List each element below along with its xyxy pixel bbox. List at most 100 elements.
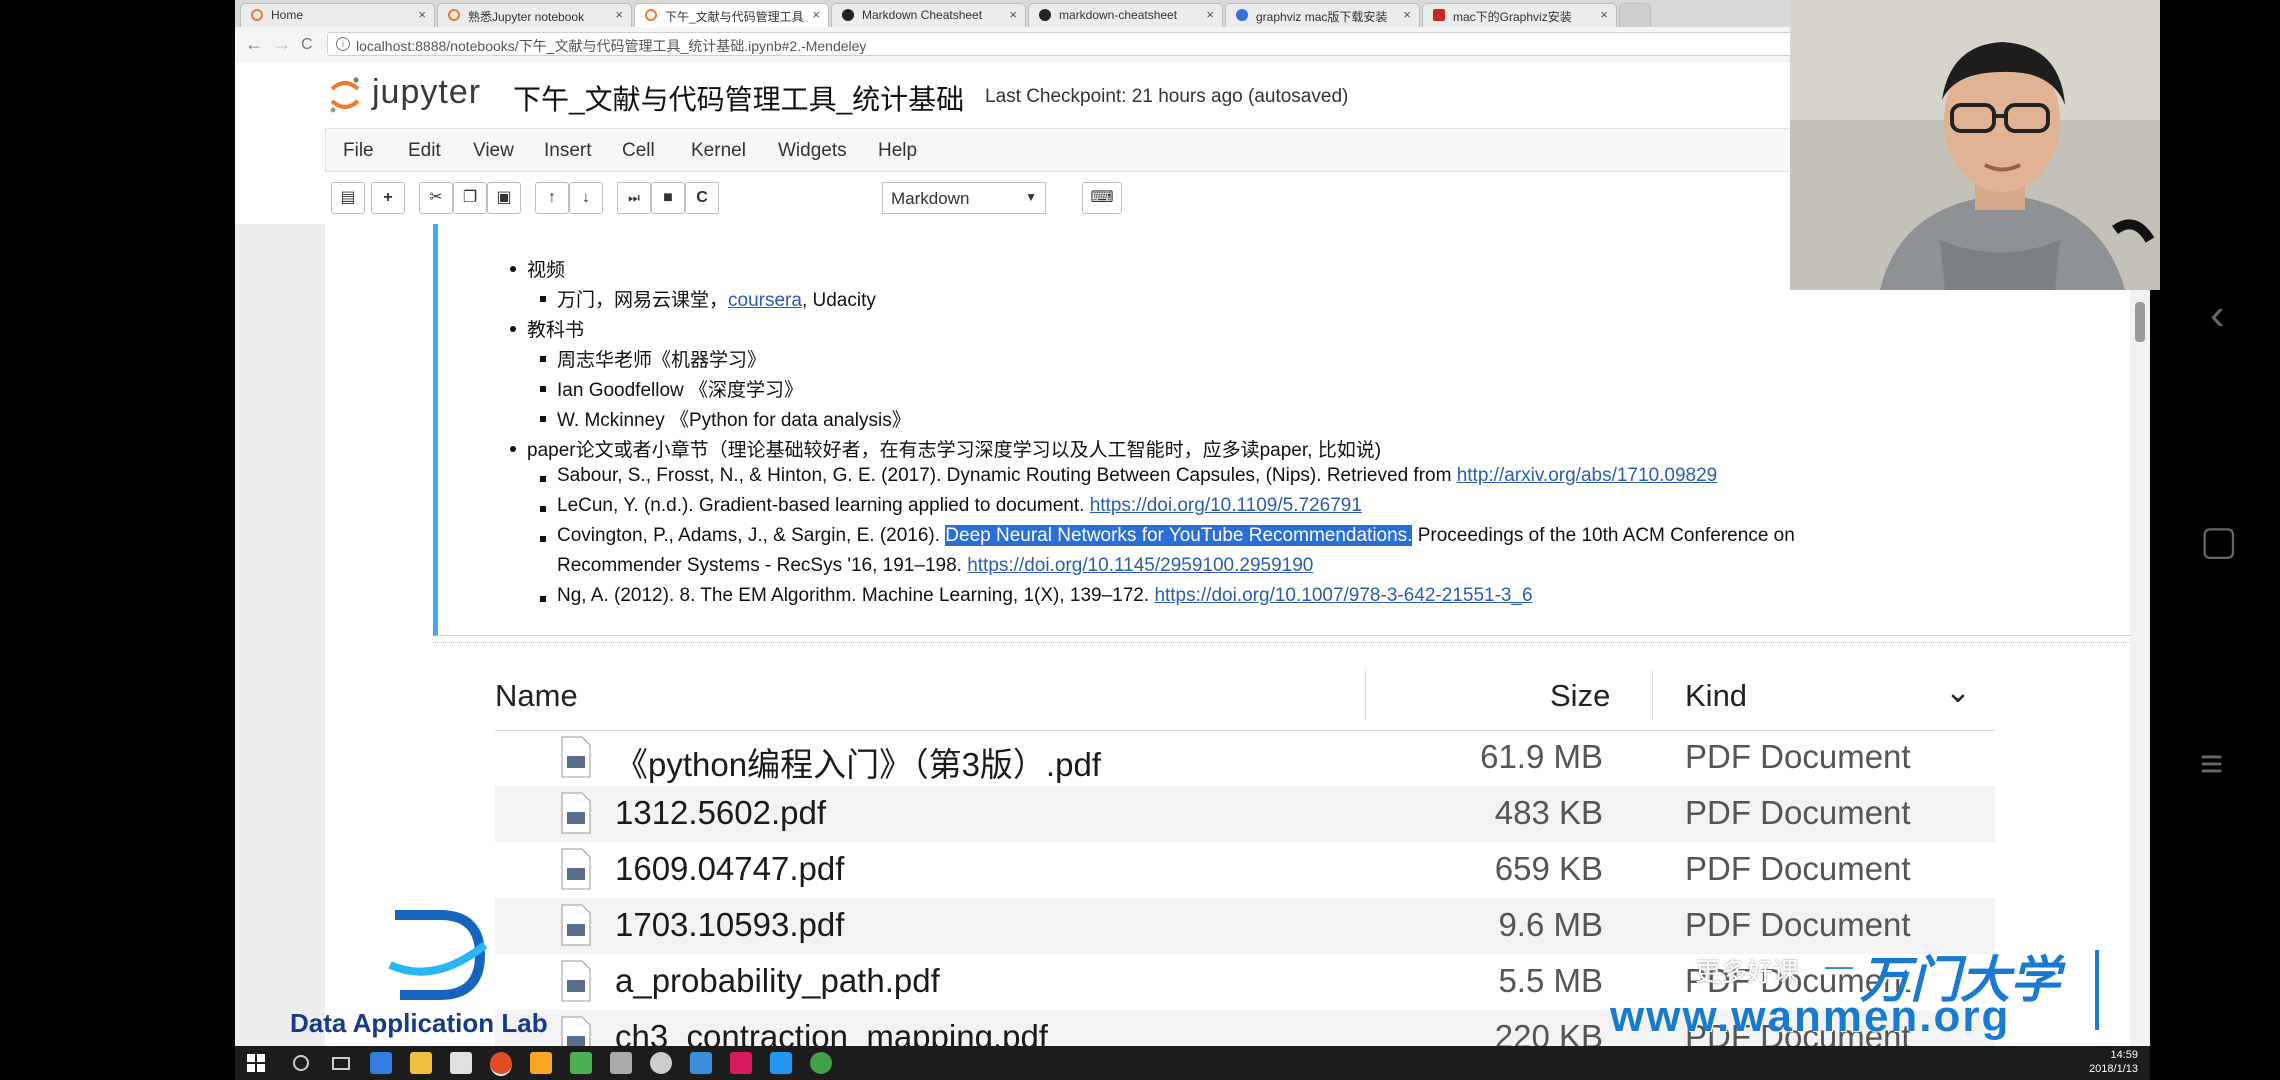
app-icon[interactable]	[730, 1052, 752, 1074]
app-icon[interactable]	[650, 1052, 672, 1074]
menu-cell[interactable]: Cell	[622, 140, 655, 162]
paste-icon[interactable]: ▣	[487, 182, 521, 214]
reference-1: Sabour, S., Frosst, N., & Hinton, G. E. …	[557, 465, 1717, 487]
arrow-up-icon[interactable]: ↑	[535, 182, 569, 214]
app-icon[interactable]	[570, 1052, 592, 1074]
close-icon[interactable]: ×	[1403, 7, 1411, 22]
file-row[interactable]: 1312.5602.pdf 483 KB PDF Document	[495, 786, 1995, 842]
windows-start-icon[interactable]	[245, 1052, 267, 1074]
reference-4-link[interactable]: https://doi.org/10.1007/978-3-642-21551-…	[1154, 585, 1532, 606]
checkpoint-status: Last Checkpoint: 21 hours ago (autosaved…	[985, 86, 1349, 107]
file-row[interactable]: 《python编程入门》（第3版）.pdf 61.9 MB PDF Docume…	[495, 730, 1995, 786]
cell-type-select[interactable]: Markdown ▼	[882, 182, 1046, 214]
android-menu-icon[interactable]: ≡	[2200, 742, 2223, 787]
tab-graphviz-download[interactable]: graphviz mac版下载安装 ×	[1225, 3, 1420, 27]
pdf-file-icon	[561, 736, 591, 778]
file-explorer-icon[interactable]	[410, 1052, 432, 1074]
file-list-header-bar: Name Size Kind ⌄	[495, 660, 1995, 731]
menu-help[interactable]: Help	[878, 140, 917, 162]
bullet	[540, 356, 546, 362]
tab-home[interactable]: Home ×	[240, 3, 435, 27]
menu-file[interactable]: File	[343, 140, 374, 162]
list-item-textbook: 教科书	[527, 320, 585, 341]
keyboard-icon[interactable]: ⌨	[1082, 182, 1122, 214]
app-icon[interactable]	[530, 1052, 552, 1074]
android-home-icon[interactable]: ▢	[2200, 518, 2238, 564]
arrow-down-icon[interactable]: ↓	[569, 182, 603, 214]
list-item-papers: paper论文或者小章节（理论基础较好者，在有志学习深度学习以及人工智能时，应多…	[527, 440, 1382, 461]
close-icon[interactable]: ×	[812, 7, 820, 22]
reference-3-link[interactable]: https://doi.org/10.1145/2959100.2959190	[967, 555, 1313, 576]
wechat-icon[interactable]	[810, 1052, 832, 1074]
column-kind-label[interactable]: Kind	[1685, 678, 1747, 714]
reference-4-text: Ng, A. (2012). 8. The EM Algorithm. Mach…	[557, 585, 1155, 606]
file-size: 61.9 MB	[1480, 738, 1603, 775]
menu-widgets[interactable]: Widgets	[778, 140, 847, 162]
selected-text-highlight[interactable]: Deep Neural Networks for YouTube Recomme…	[945, 525, 1413, 546]
reload-button[interactable]: C	[301, 36, 313, 54]
save-icon[interactable]: ▤	[331, 182, 365, 214]
wanmen-watermark: 更多好课 — 万门大学 www.wanmen.org	[1610, 940, 2130, 1041]
reference-3-venue: Recommender Systems - RecSys '16, 191–19…	[557, 555, 968, 576]
close-icon[interactable]: ×	[1206, 7, 1214, 22]
jupyter-icon	[645, 9, 657, 21]
reference-1-text: Sabour, S., Frosst, N., & Hinton, G. E. …	[557, 465, 1457, 486]
file-size: 9.6 MB	[1498, 906, 1603, 943]
android-back-icon[interactable]: ‹	[2210, 290, 2225, 340]
search-icon[interactable]	[290, 1052, 312, 1074]
menu-view[interactable]: View	[473, 140, 514, 162]
tab-label: 熟悉Jupyter notebook	[468, 10, 585, 24]
reference-1-link[interactable]: http://arxiv.org/abs/1710.09829	[1457, 465, 1718, 486]
scrollbar-track[interactable]	[2130, 276, 2150, 1080]
close-icon[interactable]: ×	[615, 7, 623, 22]
tab-jupyter-notebook[interactable]: 熟悉Jupyter notebook ×	[437, 3, 632, 27]
tab-current-notebook[interactable]: 下午_文献与代码管理工具 ×	[634, 3, 829, 27]
cell-type-value: Markdown	[891, 189, 970, 208]
close-icon[interactable]: ×	[1600, 7, 1608, 22]
file-kind: PDF Document	[1685, 794, 1911, 831]
cell-divider	[433, 636, 2150, 643]
app-icon[interactable]	[770, 1052, 792, 1074]
restart-icon[interactable]: C	[685, 182, 719, 214]
tab-graphviz-install[interactable]: mac下的Graphviz安装 ×	[1422, 3, 1617, 27]
tab-markdown-cheatsheet[interactable]: Markdown Cheatsheet ×	[831, 3, 1026, 27]
menu-edit[interactable]: Edit	[408, 140, 441, 162]
coursera-link[interactable]: coursera	[728, 290, 802, 311]
url-input[interactable]: i localhost:8888/notebooks/下午_文献与代码管理工具_…	[327, 32, 2027, 56]
menu-kernel[interactable]: Kernel	[691, 140, 746, 162]
notebook-title[interactable]: 下午_文献与代码管理工具_统计基础	[513, 78, 964, 118]
close-icon[interactable]: ×	[1009, 7, 1017, 22]
scrollbar-thumb[interactable]	[2135, 302, 2145, 342]
app-icon[interactable]	[610, 1052, 632, 1074]
store-icon[interactable]	[450, 1052, 472, 1074]
sort-chevron-icon[interactable]: ⌄	[1945, 674, 1971, 710]
menu-insert[interactable]: Insert	[544, 140, 592, 162]
stop-icon[interactable]: ■	[651, 182, 685, 214]
tab-markdown-cheatsheet-repo[interactable]: markdown-cheatsheet ×	[1028, 3, 1223, 27]
edge-icon[interactable]	[370, 1052, 392, 1074]
column-size-label[interactable]: Size	[1550, 678, 1610, 714]
jupyter-wordmark: jupyter	[372, 73, 482, 111]
forward-button[interactable]: →	[273, 34, 291, 55]
jupyter-logo-icon[interactable]	[328, 75, 362, 115]
close-icon[interactable]: ×	[418, 7, 426, 22]
file-size: 659 KB	[1494, 850, 1603, 887]
run-step-icon[interactable]: ⏭	[617, 182, 651, 214]
new-tab-button[interactable]	[1619, 3, 1651, 27]
file-name: 1609.04747.pdf	[615, 850, 845, 887]
tab-label: Markdown Cheatsheet	[862, 8, 983, 22]
back-button[interactable]: ←	[245, 34, 263, 55]
system-clock[interactable]: 14:59 2018/1/13	[2089, 1048, 2138, 1076]
file-row[interactable]: 1609.04747.pdf 659 KB PDF Document	[495, 842, 1995, 898]
file-name: 1703.10593.pdf	[615, 906, 845, 943]
plus-icon[interactable]: +	[371, 182, 405, 214]
column-name-label[interactable]: Name	[495, 678, 578, 714]
copy-icon[interactable]: ❐	[453, 182, 487, 214]
cut-icon[interactable]: ✂	[419, 182, 453, 214]
file-size: 483 KB	[1494, 794, 1603, 831]
reference-2-link[interactable]: https://doi.org/10.1109/5.726791	[1090, 495, 1362, 516]
reference-4: Ng, A. (2012). 8. The EM Algorithm. Mach…	[557, 585, 1533, 607]
app-icon[interactable]	[690, 1052, 712, 1074]
task-view-icon[interactable]	[330, 1052, 352, 1074]
chrome-icon[interactable]	[490, 1052, 512, 1076]
